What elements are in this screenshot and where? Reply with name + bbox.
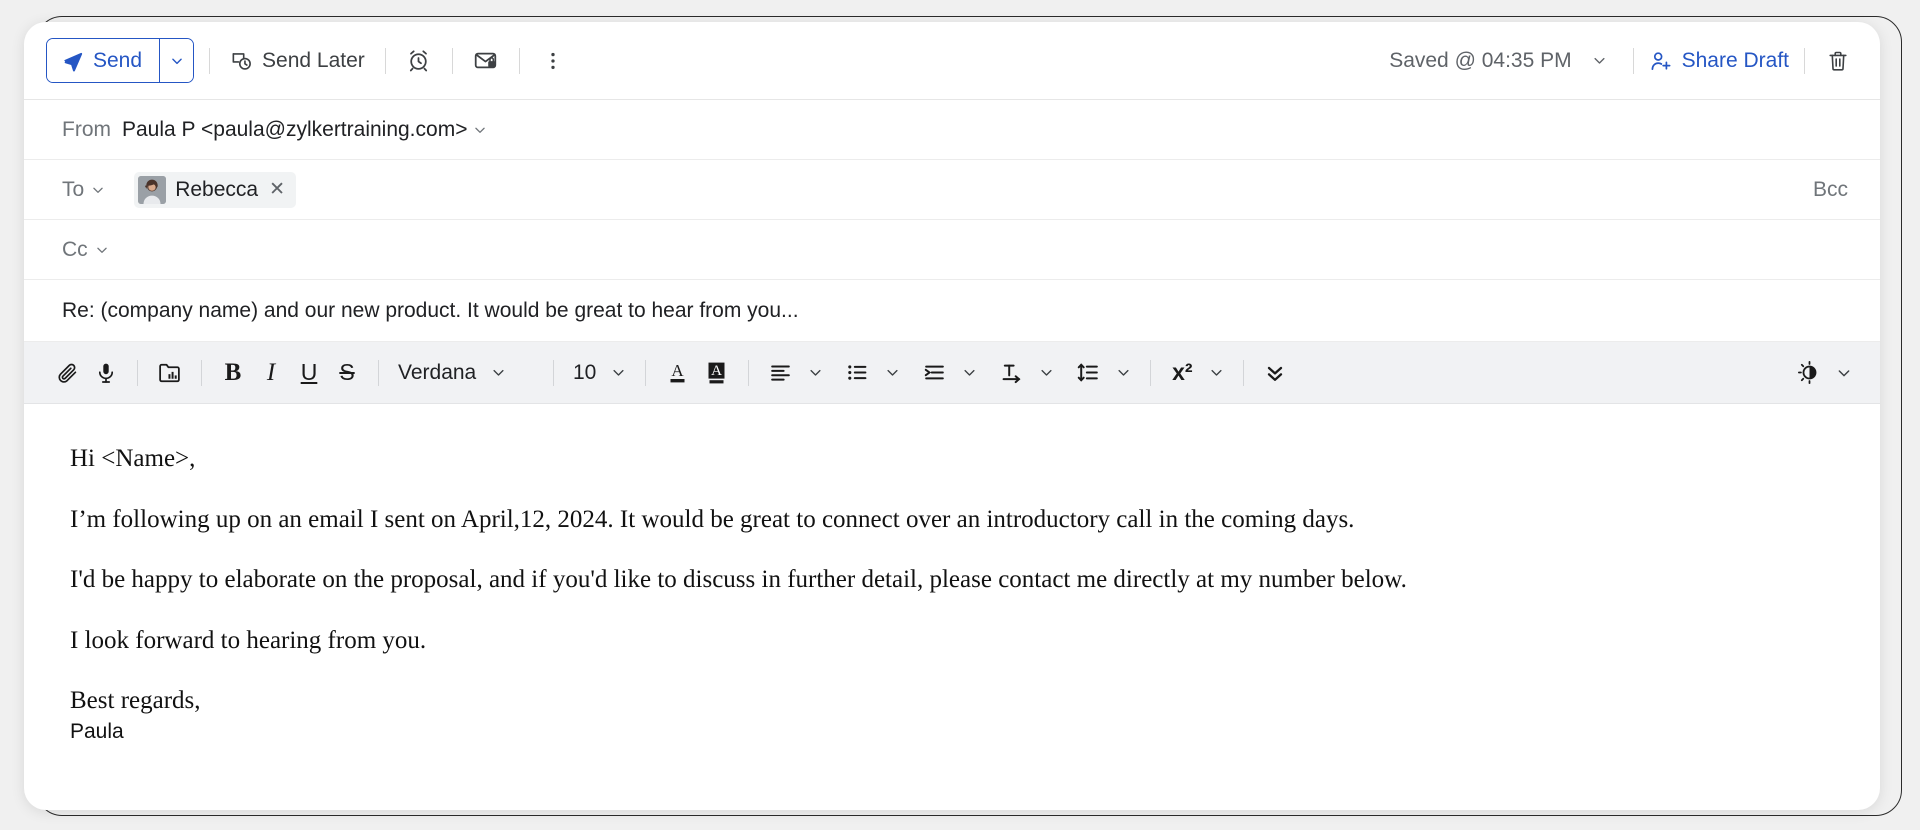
to-row: To Rebecca ✕ Bcc <box>24 160 1880 220</box>
send-later-button[interactable]: Send Later <box>225 43 370 79</box>
divider <box>1632 47 1634 74</box>
text-direction-caret[interactable] <box>1032 354 1060 392</box>
divider <box>1243 359 1245 386</box>
indent-options-caret[interactable] <box>955 354 983 392</box>
body-paragraph: Hi <Name>, <box>70 445 196 472</box>
chevron-down-icon <box>604 354 632 392</box>
divider <box>209 47 211 74</box>
more-options-button[interactable] <box>535 43 571 79</box>
body-paragraph: I look forward to hearing from you. <box>70 626 427 654</box>
subject-input[interactable]: Re: (company name) and our new product. … <box>62 299 799 323</box>
divider <box>748 359 750 386</box>
align-options-caret[interactable] <box>801 354 829 392</box>
align-left-icon[interactable] <box>762 354 799 392</box>
secure-mail-button[interactable] <box>468 43 504 79</box>
svg-text:A: A <box>672 361 685 380</box>
cc-label[interactable]: Cc <box>62 238 109 262</box>
signoff-line: Best regards, <box>70 687 201 714</box>
body-paragraph: I'd be happy to elaborate on the proposa… <box>70 566 1407 593</box>
divider <box>518 47 520 74</box>
indent-icon[interactable] <box>916 354 953 392</box>
body-paragraph: I’m following up on an email I sent on A… <box>70 505 1355 533</box>
underline-icon[interactable]: U <box>291 354 327 392</box>
more-options-icon[interactable] <box>1257 354 1293 392</box>
text-direction-icon[interactable] <box>993 354 1030 392</box>
font-family-value: Verdana <box>398 360 477 384</box>
divider <box>384 47 386 74</box>
strikethrough-icon[interactable]: S <box>329 354 365 392</box>
to-label[interactable]: To <box>62 178 105 202</box>
compose-window: Send Send Later Saved @ 04:35 PM Share D… <box>24 22 1880 810</box>
cc-label-text: Cc <box>62 237 88 261</box>
line-spacing-caret[interactable] <box>1109 354 1137 392</box>
saved-status-caret[interactable] <box>1582 43 1618 79</box>
remove-recipient-icon[interactable]: ✕ <box>267 180 287 199</box>
microphone-icon[interactable] <box>88 354 124 392</box>
send-button-group: Send <box>46 38 195 83</box>
insert-image-icon[interactable] <box>151 354 188 392</box>
avatar <box>138 175 167 204</box>
line-spacing-icon[interactable] <box>1070 354 1107 392</box>
text-color-icon[interactable]: A <box>659 354 696 392</box>
from-address[interactable]: Paula P <paula@zylkertraining.com> <box>122 118 467 142</box>
message-body-editor[interactable]: Hi <Name>, I’m following up on an email … <box>24 404 1880 810</box>
recipient-chip[interactable]: Rebecca ✕ <box>134 171 296 208</box>
italic-icon[interactable]: I <box>253 354 289 392</box>
chevron-down-icon <box>95 243 109 257</box>
reminder-button[interactable] <box>401 43 437 79</box>
bold-icon[interactable]: B <box>215 354 251 392</box>
send-button-label: Send <box>93 48 143 72</box>
signature-name: Paula <box>70 719 124 743</box>
cc-row: Cc <box>24 220 1880 280</box>
divider <box>378 359 379 386</box>
recipient-name: Rebecca <box>175 177 259 201</box>
from-account-caret[interactable] <box>467 117 493 143</box>
more-vertical-icon <box>542 50 564 72</box>
divider <box>1804 47 1805 74</box>
list-options-caret[interactable] <box>878 354 906 392</box>
chevron-down-icon <box>484 354 512 392</box>
from-row: From Paula P <paula@zylkertraining.com> <box>24 100 1880 160</box>
divider <box>553 359 554 386</box>
superscript-caret[interactable] <box>1202 354 1230 392</box>
bulleted-list-icon[interactable] <box>839 354 876 392</box>
chevron-down-icon <box>91 183 105 197</box>
clock-schedule-icon <box>230 49 253 72</box>
send-plane-icon <box>62 50 84 72</box>
superscript-icon[interactable]: x² <box>1164 354 1200 392</box>
divider <box>1150 359 1152 386</box>
trash-icon <box>1826 49 1850 73</box>
divider <box>137 359 138 386</box>
saved-status: Saved @ 04:35 PM <box>1389 48 1572 72</box>
signature-block: Best regards, Paula <box>70 686 1838 744</box>
formatting-toolbar: B I U S Verdana 10 A A x² <box>24 342 1880 404</box>
delete-draft-button[interactable] <box>1820 43 1856 79</box>
theme-options-caret[interactable] <box>1830 354 1858 392</box>
bcc-toggle[interactable]: Bcc <box>1813 178 1856 202</box>
subject-row: Re: (company name) and our new product. … <box>24 280 1880 342</box>
font-size-select[interactable]: 10 <box>567 354 632 392</box>
send-options-caret[interactable] <box>159 39 194 82</box>
theme-brightness-icon[interactable] <box>1791 354 1828 392</box>
send-button[interactable]: Send <box>47 39 160 82</box>
font-size-value: 10 <box>573 360 597 384</box>
send-later-label: Send Later <box>262 48 365 72</box>
divider <box>201 359 202 386</box>
compose-action-bar: Send Send Later Saved @ 04:35 PM Share D… <box>24 22 1880 100</box>
share-draft-label: Share Draft <box>1681 48 1789 72</box>
attach-icon[interactable] <box>50 354 86 392</box>
to-label-text: To <box>62 177 85 201</box>
share-draft-button[interactable]: Share Draft <box>1649 49 1789 73</box>
divider <box>451 47 453 74</box>
divider <box>645 359 647 386</box>
font-family-select[interactable]: Verdana <box>392 354 540 392</box>
alarm-clock-icon <box>406 48 431 73</box>
encrypted-mail-icon <box>473 48 498 73</box>
from-label: From <box>62 117 111 141</box>
person-add-icon <box>1649 49 1673 73</box>
highlight-color-icon[interactable]: A <box>698 354 735 392</box>
svg-text:A: A <box>711 363 722 379</box>
